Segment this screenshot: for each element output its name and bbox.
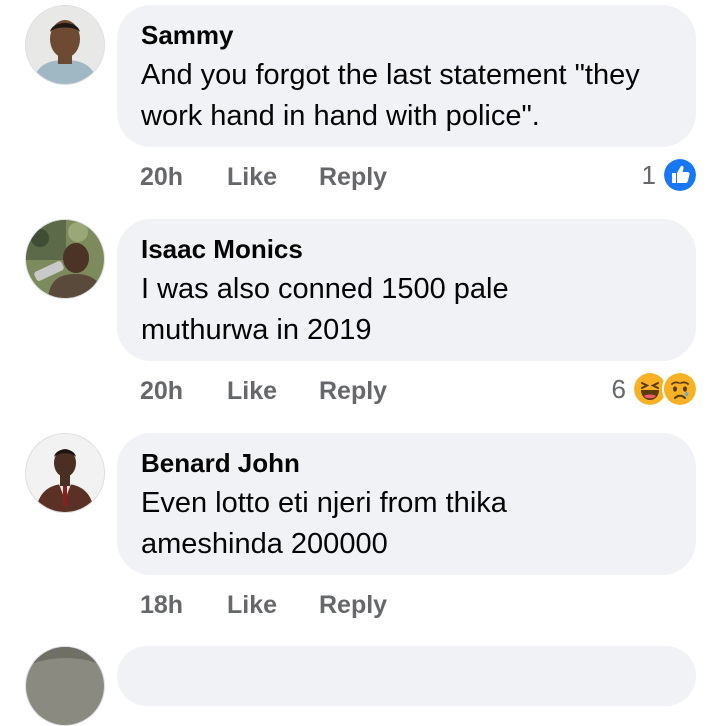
- comment-actions: 20h Like Reply: [140, 160, 700, 194]
- comment-author[interactable]: Sammy: [141, 19, 672, 51]
- reply-button[interactable]: Reply: [319, 374, 387, 408]
- comment-timestamp[interactable]: 20h: [140, 374, 183, 408]
- reactions-summary[interactable]: 1: [641, 157, 698, 193]
- like-button[interactable]: Like: [227, 374, 277, 408]
- avatar-photo: [26, 434, 104, 512]
- avatar[interactable]: [25, 646, 105, 726]
- comment-bubble: [117, 646, 696, 706]
- comment-text: I was also conned 1500 pale muthurwa in …: [141, 273, 517, 346]
- comment-bubble: Isaac Monics I was also conned 1500 pale…: [117, 219, 696, 361]
- comment-author[interactable]: Benard John: [141, 447, 672, 479]
- avatar[interactable]: [25, 5, 105, 85]
- comment-bubble: Benard John Even lotto eti njeri from th…: [117, 433, 696, 575]
- comment-author[interactable]: Isaac Monics: [141, 233, 672, 265]
- avatar[interactable]: [25, 433, 105, 513]
- reply-button[interactable]: Reply: [319, 588, 387, 622]
- reaction-count: 1: [641, 160, 656, 190]
- avatar[interactable]: [25, 219, 105, 299]
- comment-actions: 18h Like Reply: [140, 588, 700, 622]
- sad-icon: [662, 371, 698, 407]
- reaction-count: 6: [611, 374, 626, 404]
- reactions-summary[interactable]: 6: [611, 371, 698, 407]
- comment-timestamp[interactable]: 18h: [140, 588, 183, 622]
- avatar-photo: [26, 647, 104, 725]
- avatar-photo: [26, 220, 104, 298]
- comment-timestamp[interactable]: 20h: [140, 160, 183, 194]
- comment-text: And you forgot the last statement "they …: [141, 59, 648, 132]
- like-button[interactable]: Like: [227, 160, 277, 194]
- avatar-photo: [26, 6, 104, 84]
- like-button[interactable]: Like: [227, 588, 277, 622]
- comment-bubble: Sammy And you forgot the last statement …: [117, 5, 696, 147]
- comment-text: Even lotto eti njeri from thika ameshind…: [141, 487, 515, 560]
- reply-button[interactable]: Reply: [319, 160, 387, 194]
- like-icon: [662, 157, 698, 193]
